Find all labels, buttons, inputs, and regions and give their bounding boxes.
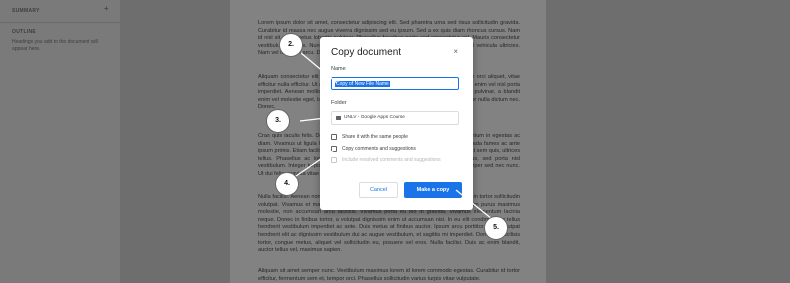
step-callout-5: 5. [484, 216, 508, 240]
callout-pointer-3 [299, 116, 335, 122]
callout-pointer-2 [300, 52, 338, 84]
step-callout-2: 2. [279, 33, 303, 57]
callout-pointers [295, 52, 493, 220]
step-callout-4: 4. [275, 172, 299, 196]
callout-pointer-4 [295, 149, 335, 177]
step-callout-3: 3. [266, 109, 290, 133]
callout-pointer-5 [455, 189, 493, 220]
